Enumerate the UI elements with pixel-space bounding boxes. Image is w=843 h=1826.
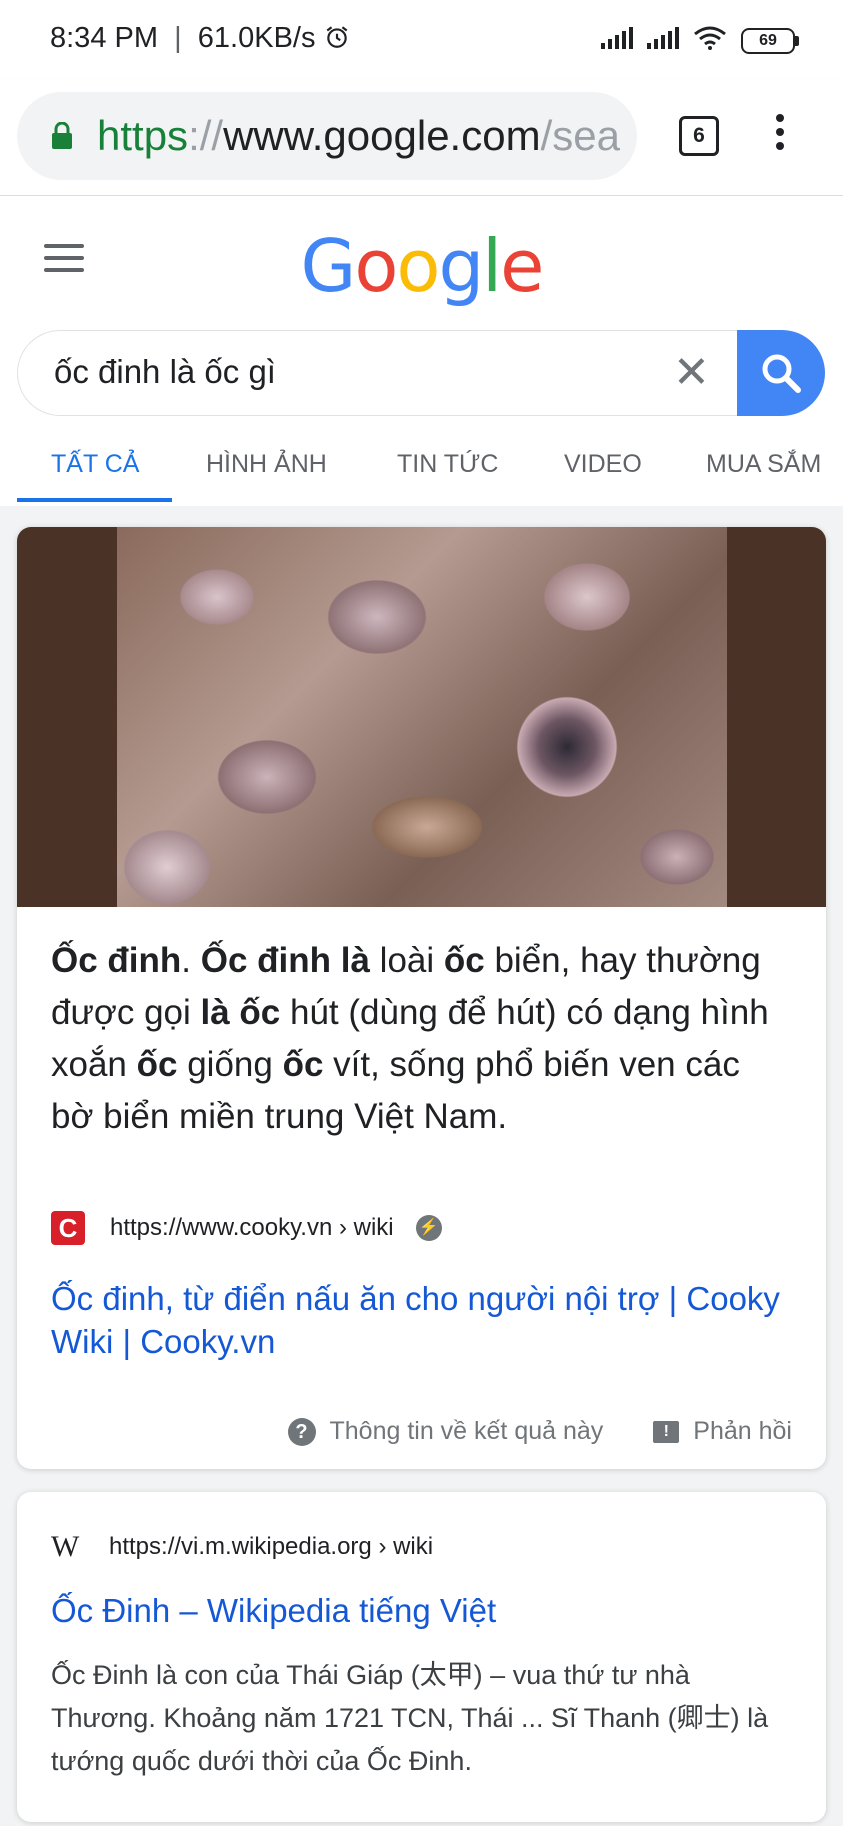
battery-icon: 69 — [741, 27, 799, 54]
search-box: ốc đinh là ốc gì ✕ — [17, 330, 825, 416]
search-button[interactable] — [737, 330, 825, 416]
result-description: Ốc Đinh là con của Thái Giáp (太甲) – vua … — [51, 1660, 769, 1776]
snippet-image[interactable] — [17, 527, 826, 907]
lock-icon — [51, 121, 73, 155]
alarm-icon — [324, 22, 350, 54]
url-text: https://www.google.com/sea — [97, 112, 620, 159]
status-time: 8:34 PM — [50, 22, 158, 54]
more-menu-icon[interactable] — [774, 114, 786, 156]
wikipedia-result-card: W https://vi.m.wikipedia.org › wiki Ốc Đ… — [17, 1492, 826, 1822]
snail-photo — [117, 527, 727, 907]
snippet-footer: ? Thông tin về kết quả này ! Phản hồi — [287, 1417, 792, 1446]
source-url: https://vi.m.wikipedia.org › wiki — [109, 1533, 434, 1560]
source-url: https://www.cooky.vn › wiki — [110, 1214, 394, 1241]
browser-toolbar: https://www.google.com/sea 6 — [0, 80, 843, 196]
active-tab-indicator — [17, 498, 172, 502]
search-input[interactable]: ốc đinh là ốc gì ✕ — [17, 330, 738, 416]
network-speed: 61.0KB/s — [197, 22, 316, 54]
feedback-icon[interactable]: ! — [653, 1420, 680, 1443]
wifi-icon — [693, 26, 727, 55]
google-logo[interactable]: Google — [0, 224, 843, 308]
help-icon[interactable]: ? — [287, 1417, 316, 1446]
tab-video[interactable]: VIDEO — [564, 450, 642, 479]
tab-switcher-button[interactable]: 6 — [679, 116, 719, 156]
tab-news[interactable]: TIN TỨC — [397, 450, 498, 479]
google-header: Google ốc đinh là ốc gì ✕ TẤT CẢ HÌNH ẢN… — [0, 196, 843, 506]
search-icon — [762, 354, 801, 393]
snippet-text: Ốc đinh. Ốc đinh là loài ốc biển, hay th… — [51, 941, 769, 1136]
tab-shopping[interactable]: MUA SẮM — [706, 450, 821, 479]
result-source[interactable]: W https://vi.m.wikipedia.org › wiki — [51, 1530, 433, 1564]
tab-images[interactable]: HÌNH ẢNH — [206, 450, 327, 479]
cooky-favicon-icon: C — [51, 1211, 85, 1245]
wikipedia-favicon-icon: W — [51, 1530, 79, 1563]
address-bar[interactable]: https://www.google.com/sea — [17, 92, 637, 180]
result-source[interactable]: C https://www.cooky.vn › wiki ⚡ — [51, 1211, 442, 1245]
search-tabs: TẤT CẢ HÌNH ẢNH TIN TỨC VIDEO MUA SẮM — [0, 436, 843, 506]
result-title-link[interactable]: Ốc Đinh – Wikipedia tiếng Việt — [51, 1592, 496, 1630]
feedback-link[interactable]: Phản hồi — [693, 1417, 792, 1446]
result-title-link[interactable]: Ốc đinh, từ điển nấu ăn cho người nội tr… — [51, 1277, 801, 1363]
about-result-link[interactable]: Thông tin về kết quả này — [330, 1417, 604, 1446]
tab-all[interactable]: TẤT CẢ — [51, 450, 139, 479]
clear-icon[interactable]: ✕ — [673, 351, 710, 395]
search-query: ốc đinh là ốc gì — [54, 353, 276, 390]
signal-2-icon — [647, 27, 679, 54]
signal-icon — [601, 27, 633, 54]
featured-snippet-card: Ốc đinh. Ốc đinh là loài ốc biển, hay th… — [17, 527, 826, 1469]
amp-lightning-icon: ⚡ — [415, 1215, 442, 1241]
status-bar: 8:34 PM | 61.0KB/s 69 — [0, 0, 843, 80]
